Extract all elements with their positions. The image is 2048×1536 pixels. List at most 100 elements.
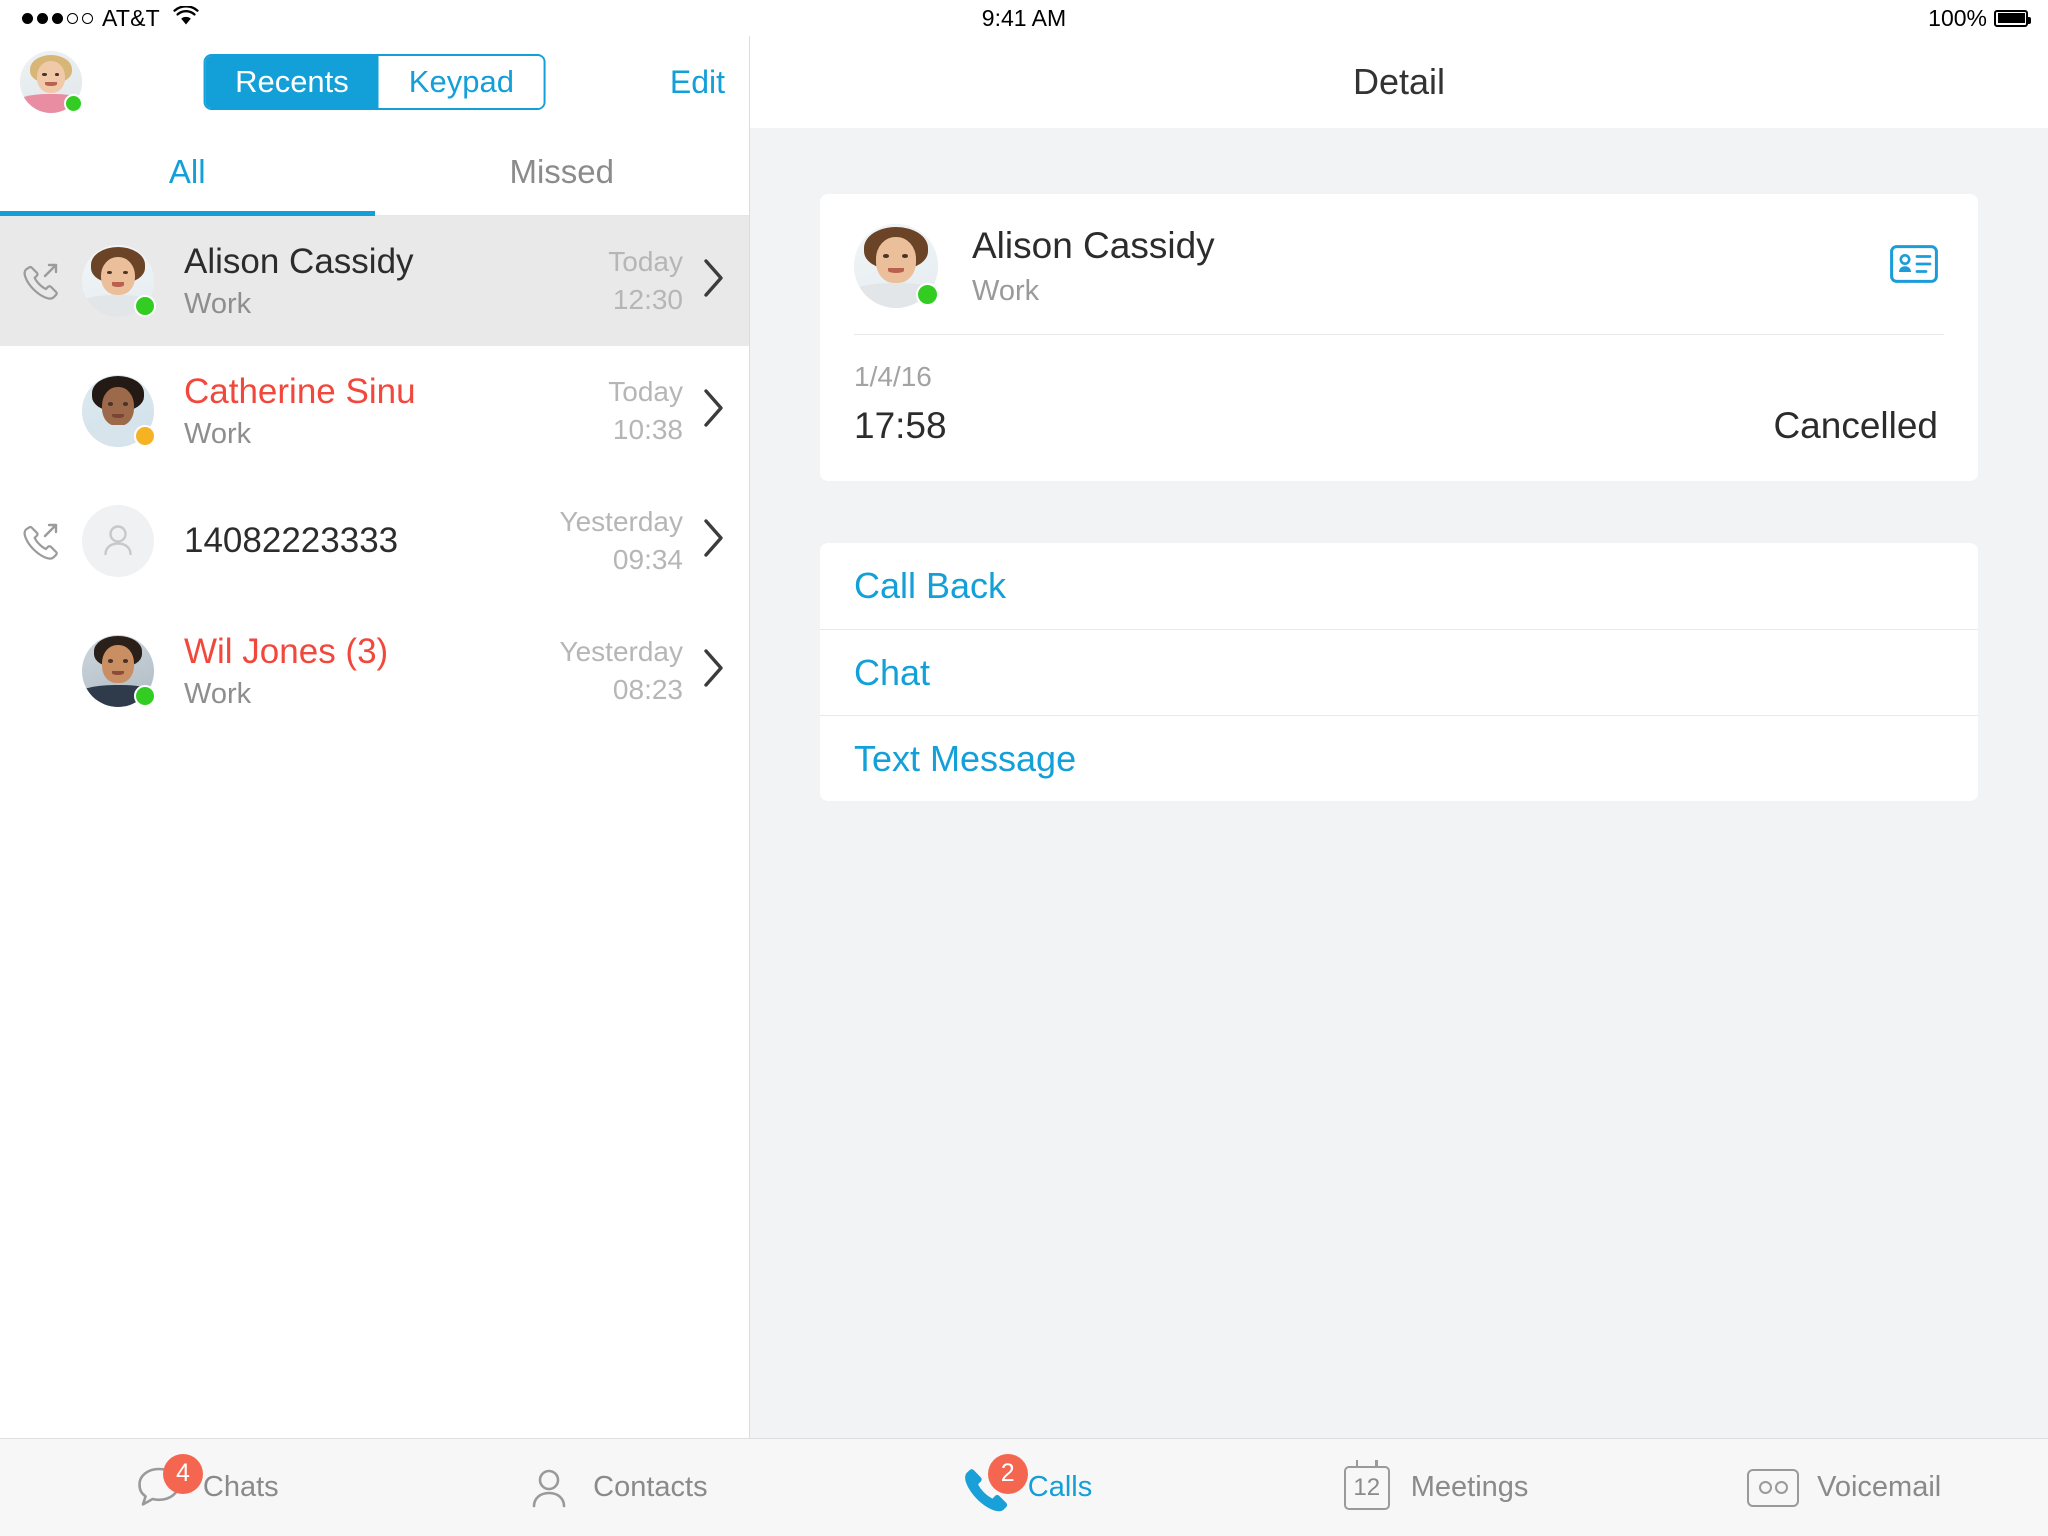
bottom-tab-bar: 4 Chats Contacts 2 Calls 12 Meetings Voi… — [0, 1438, 2048, 1536]
wifi-icon — [173, 4, 199, 32]
detail-header: Detail — [750, 36, 2048, 128]
contact-summary-header: Alison Cassidy Work — [820, 194, 1978, 334]
row-text: Catherine Sinu Work — [184, 372, 416, 451]
signal-strength-icon — [22, 12, 93, 24]
status-badge: Cancelled — [1773, 405, 1938, 446]
call-back-button[interactable]: Call Back — [820, 543, 1978, 629]
call-time: 09:34 — [612, 544, 683, 575]
presence-indicator — [64, 94, 83, 113]
segment-recents[interactable]: Recents — [205, 56, 379, 108]
page-title: Detail — [1352, 61, 1446, 102]
chevron-right-icon[interactable] — [701, 387, 727, 436]
phone-icon: 2 — [956, 1453, 1028, 1516]
chevron-right-icon[interactable] — [701, 517, 727, 566]
call-time: 17:58 — [854, 405, 947, 446]
presence-indicator — [916, 283, 939, 306]
call-time: 10:38 — [612, 414, 683, 445]
voicemail-icon — [1745, 1460, 1801, 1516]
contact-name: 14082223333 — [184, 521, 399, 560]
outgoing-call-icon — [10, 259, 72, 303]
right-pane: Detail Alison Cassidy Work 1/4/16 17:58 … — [750, 36, 2048, 1438]
row-text: Alison Cassidy Work — [184, 242, 414, 321]
action-list-card: Call Back Chat Text Message — [820, 543, 1978, 801]
tab-all-label: All — [168, 152, 206, 190]
tab-calls[interactable]: 2 Calls — [819, 1453, 1229, 1516]
chat-button[interactable]: Chat — [820, 629, 1978, 715]
call-record-row: 17:58 Cancelled — [854, 405, 1938, 447]
chevron-right-icon[interactable] — [701, 647, 727, 696]
presence-indicator — [134, 685, 156, 707]
contact-card-icon[interactable] — [1890, 244, 1938, 288]
table-row[interactable]: Wil Jones (3) Work Yesterday 08:23 — [0, 606, 749, 736]
status-bar-left: AT&T — [0, 5, 199, 32]
status-bar-time: 9:41 AM — [981, 4, 1067, 31]
tab-contacts[interactable]: Contacts — [410, 1460, 820, 1516]
avatar — [82, 505, 154, 577]
tab-meetings[interactable]: 12 Meetings — [1229, 1459, 1639, 1516]
battery-full-icon — [1994, 9, 2031, 27]
contact-summary-card: Alison Cassidy Work 1/4/16 17:58 Cancell… — [820, 194, 1978, 481]
table-row[interactable]: 14082223333 Yesterday 09:34 — [0, 476, 749, 606]
call-timestamp: Today 10:38 — [608, 376, 701, 446]
chevron-right-icon[interactable] — [701, 257, 727, 306]
avatar — [82, 245, 156, 317]
tab-all[interactable]: All — [0, 128, 375, 216]
user-avatar[interactable] — [20, 51, 83, 113]
call-time: 08:23 — [612, 674, 683, 705]
split-view: Recents Keypad Edit All Missed Alison Ca… — [0, 36, 2048, 1438]
text-message-button[interactable]: Text Message — [820, 715, 1978, 801]
call-time: 12:30 — [612, 284, 683, 315]
call-record: 1/4/16 17:58 Cancelled — [820, 335, 1978, 481]
call-timestamp: Today 12:30 — [608, 246, 701, 316]
contact-subtitle: Work — [972, 274, 1040, 307]
segmented-control[interactable]: Recents Keypad — [203, 54, 546, 110]
contact-name: Alison Cassidy — [972, 224, 1215, 266]
contact-subtitle: Work — [184, 677, 252, 710]
person-icon — [521, 1460, 577, 1516]
tab-missed[interactable]: Missed — [375, 128, 750, 215]
tab-calls-label: Calls — [1027, 1471, 1093, 1503]
recents-list[interactable]: Alison Cassidy Work Today 12:30 Catherin… — [0, 216, 749, 1438]
call-day: Yesterday — [559, 506, 684, 537]
call-day: Today — [608, 376, 683, 407]
edit-button[interactable]: Edit — [670, 64, 725, 101]
chat-bubble-icon: 4 — [131, 1453, 203, 1516]
tab-chats-label: Chats — [202, 1471, 279, 1503]
contact-subtitle: Work — [184, 287, 252, 320]
detail-body: Alison Cassidy Work 1/4/16 17:58 Cancell… — [750, 128, 2048, 1438]
person-icon — [82, 505, 154, 577]
avatar — [854, 224, 939, 308]
calendar-icon: 12 — [1339, 1459, 1395, 1516]
presence-indicator — [134, 425, 156, 447]
status-bar-right: 100% — [1928, 5, 2048, 32]
outgoing-call-icon — [10, 519, 72, 563]
contact-name: Wil Jones (3) — [184, 631, 389, 671]
contact-subtitle: Work — [184, 417, 252, 450]
contact-name: Alison Cassidy — [184, 241, 414, 281]
tab-voicemail[interactable]: Voicemail — [1638, 1460, 2048, 1516]
avatar — [82, 635, 156, 707]
app-root: AT&T 9:41 AM 100% Recents Keypad Edit Al… — [0, 0, 2048, 1536]
avatar — [82, 375, 156, 447]
tab-chats[interactable]: 4 Chats — [0, 1453, 410, 1516]
call-day: Yesterday — [559, 636, 684, 667]
call-date: 1/4/16 — [854, 361, 932, 392]
status-bar: AT&T 9:41 AM 100% — [0, 0, 2048, 36]
presence-indicator — [134, 295, 156, 317]
call-filter-tabs: All Missed — [0, 128, 749, 216]
tab-contacts-label: Contacts — [593, 1471, 708, 1503]
calls-badge: 2 — [987, 1453, 1028, 1494]
row-text: Wil Jones (3) Work — [184, 632, 388, 711]
tab-meetings-label: Meetings — [1410, 1471, 1529, 1503]
tab-missed-label: Missed — [509, 152, 615, 190]
chats-badge: 4 — [162, 1453, 203, 1494]
call-timestamp: Yesterday 08:23 — [560, 636, 702, 706]
left-pane: Recents Keypad Edit All Missed Alison Ca… — [0, 36, 750, 1438]
table-row[interactable]: Alison Cassidy Work Today 12:30 — [0, 216, 749, 346]
call-day: Today — [608, 246, 683, 277]
tab-voicemail-label: Voicemail — [1817, 1471, 1942, 1503]
calendar-day-number: 12 — [1343, 1459, 1390, 1510]
segment-keypad[interactable]: Keypad — [378, 56, 544, 108]
table-row[interactable]: Catherine Sinu Work Today 10:38 — [0, 346, 749, 476]
contact-text: Alison Cassidy Work — [972, 225, 1215, 308]
